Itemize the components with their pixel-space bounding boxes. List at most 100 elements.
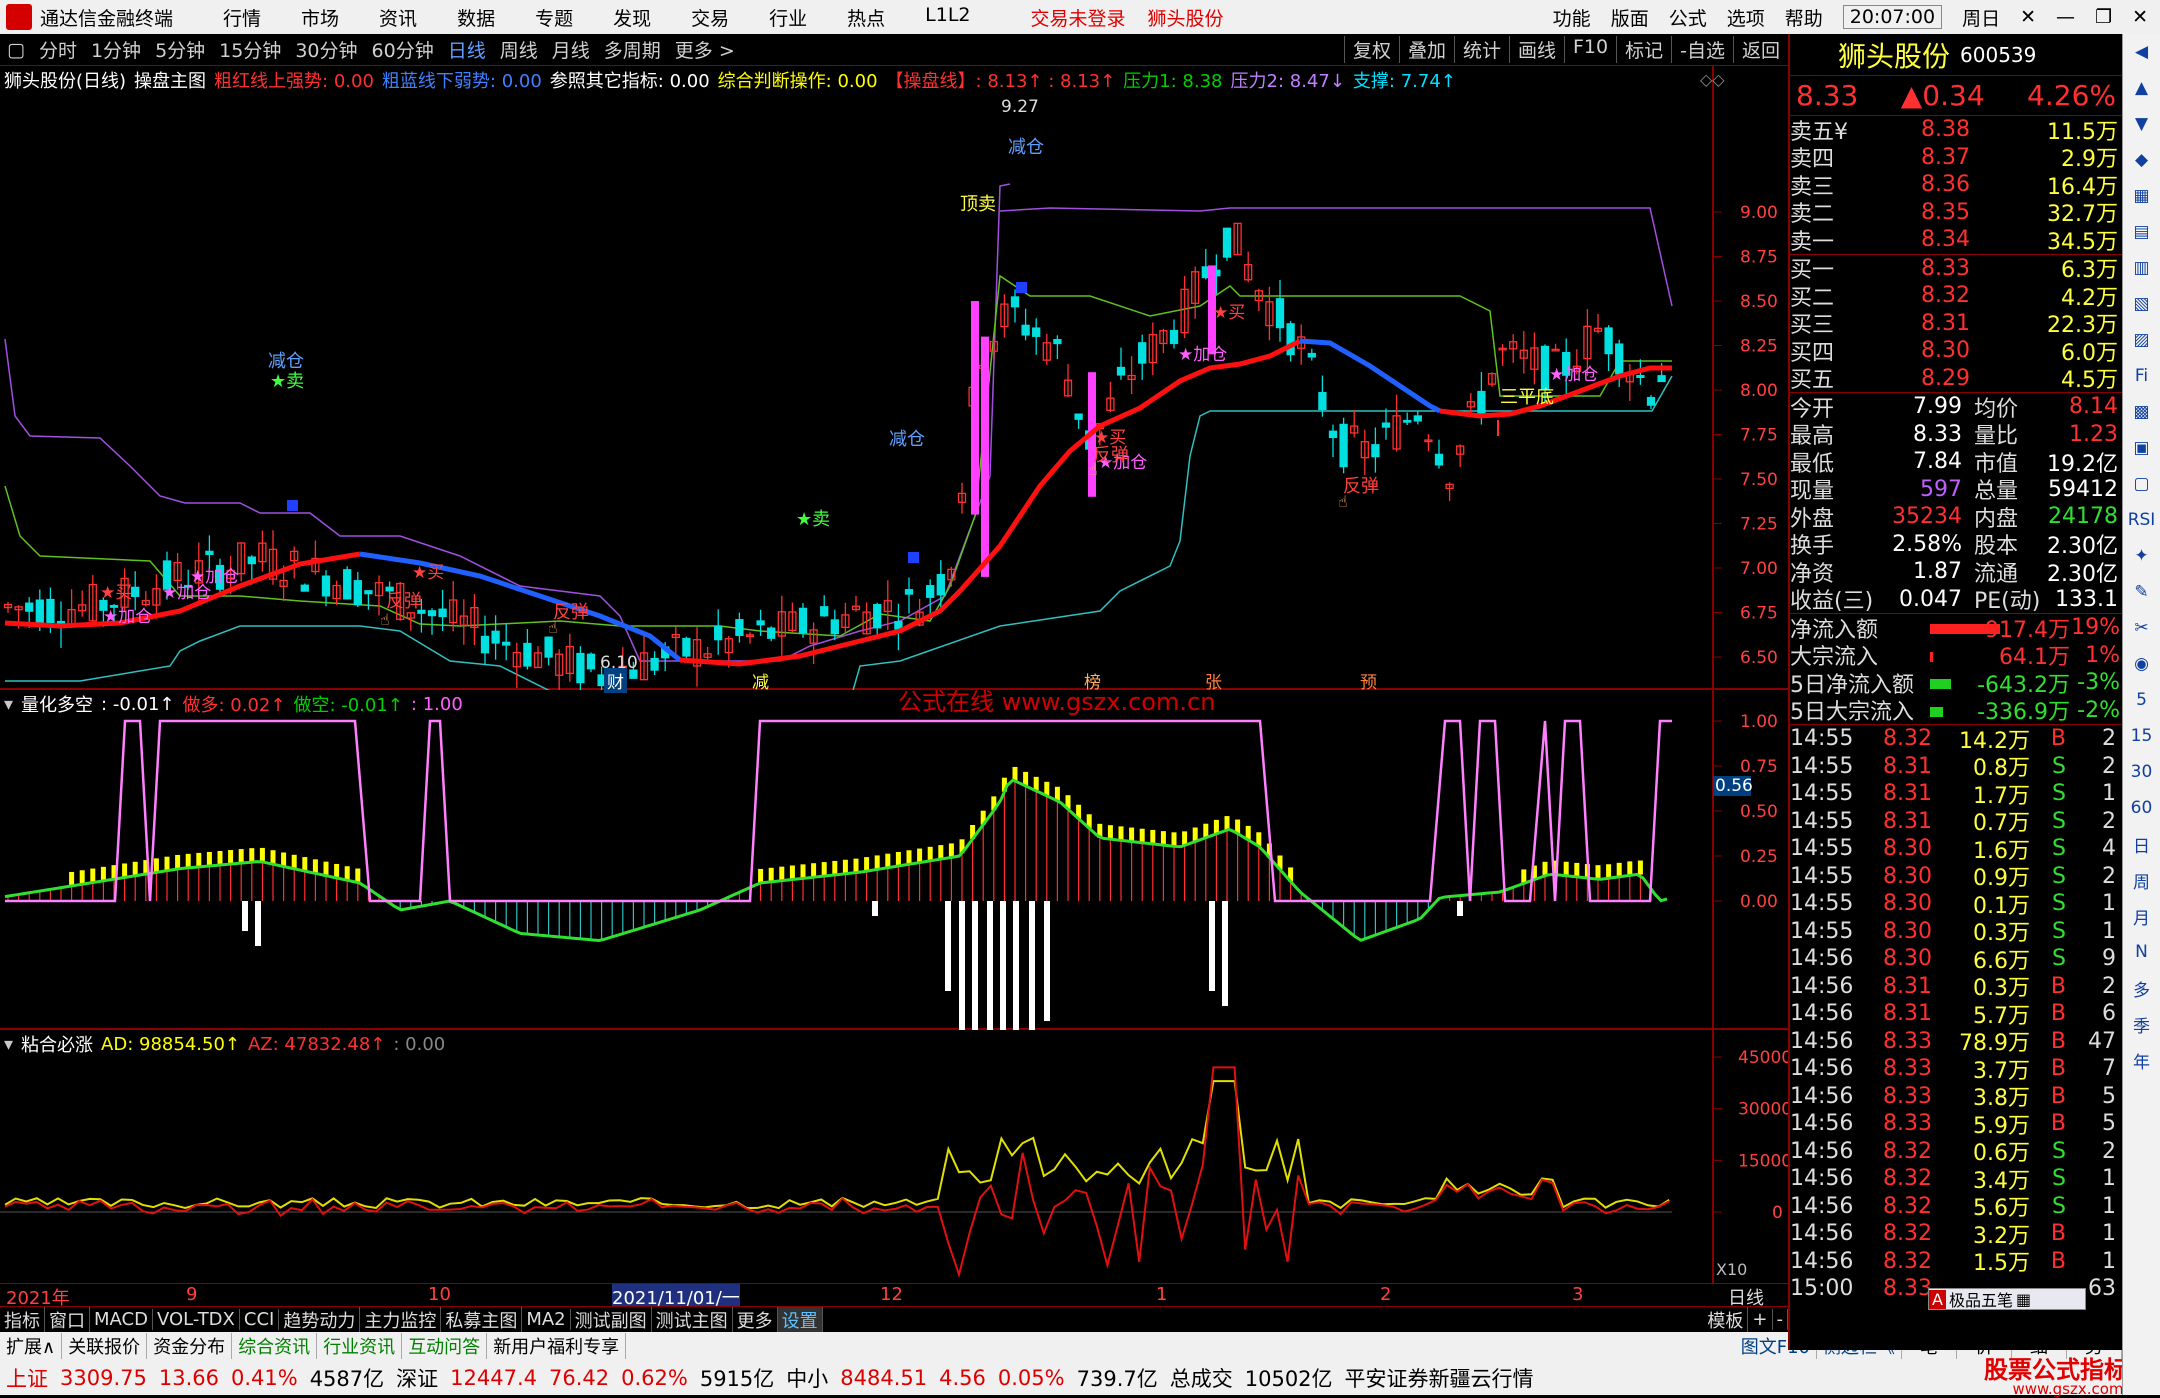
menu-item[interactable]: 交易 (671, 4, 749, 31)
restore-icon[interactable]: ❐ (2095, 6, 2112, 28)
period-tab[interactable]: 5分钟 (148, 36, 212, 63)
menu-item[interactable]: 专题 (515, 4, 593, 31)
chart-settings-icon[interactable]: ◇◇ (1700, 70, 1725, 89)
sidebar-tool-icon[interactable]: ▢ (2123, 466, 2160, 502)
indicator-tab[interactable]: 主力监控 (360, 1306, 442, 1333)
sidebar-tool-icon[interactable]: ✦ (2123, 538, 2160, 574)
sidebar-tool-icon[interactable]: ◆ (2123, 142, 2160, 178)
indicator-tab[interactable]: 设置 (777, 1306, 823, 1333)
ime-menu-icon[interactable]: ▦ (2016, 1290, 2031, 1309)
sidebar-tool-icon[interactable]: ▧ (2123, 286, 2160, 322)
toolbar-button[interactable]: 复权 (1343, 36, 1399, 63)
sidebar-tool-icon[interactable]: ✎ (2123, 574, 2160, 610)
sidebar-tool-icon[interactable]: ◀ (2123, 34, 2160, 70)
sidebar-tool-icon[interactable]: ▼ (2123, 106, 2160, 142)
menu-item[interactable]: 市场 (281, 4, 359, 31)
sidebar-tool-icon[interactable]: ✂ (2123, 610, 2160, 646)
toolbar-button[interactable]: -自选 (1671, 36, 1733, 63)
menu-item[interactable]: 发现 (593, 4, 671, 31)
sidebar-tool-icon[interactable]: 30 (2123, 754, 2160, 790)
adhesion-indicator-chart[interactable]: 45000 30000 15000 0 (0, 1030, 1788, 1283)
add-button[interactable]: + (1748, 1309, 1773, 1330)
info-tab[interactable]: 关联报价 (62, 1333, 148, 1359)
sidebar-tool-icon[interactable]: RSI (2123, 502, 2160, 538)
sz-index-name[interactable]: 深证 (390, 1363, 444, 1393)
sh-index-name[interactable]: 上证 (0, 1363, 54, 1393)
ime-toolbar[interactable]: A 极品五笔 ▦ (1928, 1288, 2086, 1310)
period-tab[interactable]: 分时 (32, 36, 84, 63)
stock-name-link[interactable]: 狮头股份 (1148, 4, 1224, 31)
sidebar-tool-icon[interactable]: 5 (2123, 682, 2160, 718)
sidebar-tool-icon[interactable]: Fi (2123, 358, 2160, 394)
sidebar-tool-icon[interactable]: 日 (2123, 826, 2160, 862)
period-tab[interactable]: 15分钟 (212, 36, 288, 63)
menu-function[interactable]: 功能 (1553, 4, 1591, 31)
menu-item[interactable]: 行业 (749, 4, 827, 31)
sidebar-tool-icon[interactable]: ▦ (2123, 178, 2160, 214)
remove-button[interactable]: - (1773, 1309, 1788, 1330)
info-tab[interactable]: 行业资讯 (317, 1333, 403, 1359)
quant-indicator-chart[interactable]: 1.00 0.75 0.50 0.25 0.00 (0, 690, 1788, 1030)
menu-options[interactable]: 选项 (1727, 4, 1765, 31)
menu-item[interactable]: 资讯 (359, 4, 437, 31)
period-tab[interactable]: 更多 > (668, 36, 742, 63)
info-tab[interactable]: 新用户福利专享 (487, 1333, 627, 1359)
indicator-tab[interactable]: VOL-TDX (153, 1309, 240, 1330)
template-button[interactable]: 模板 (1703, 1306, 1749, 1333)
indicator-tab[interactable]: 私募主图 (441, 1306, 523, 1333)
minimize-icon[interactable]: — (2056, 6, 2075, 28)
toolbar-button[interactable]: 画线 (1508, 36, 1564, 63)
sidebar-tool-icon[interactable]: 周 (2123, 862, 2160, 898)
candlestick-chart[interactable]: 9.00 8.75 8.50 8.25 8.00 7.75 7.50 7.25 7.00 6.75… (0, 66, 1788, 690)
indicator-tab[interactable]: 窗口 (45, 1306, 90, 1333)
info-tab[interactable]: 综合资讯 (232, 1333, 318, 1359)
sidebar-tool-icon[interactable]: 季 (2123, 1006, 2160, 1042)
period-tab[interactable]: 1分钟 (84, 36, 148, 63)
period-tab[interactable]: 月线 (545, 36, 597, 63)
toolbar-button[interactable]: 统计 (1453, 36, 1509, 63)
info-tab[interactable]: 扩展∧ (0, 1333, 63, 1359)
close-icon[interactable]: ✕ (2020, 6, 2036, 28)
sidebar-tool-icon[interactable]: ▲ (2123, 70, 2160, 106)
toolbar-button[interactable]: 返回 (1732, 36, 1788, 63)
indicator-tab[interactable]: 趋势动力 (279, 1306, 361, 1333)
period-tab[interactable]: 周线 (493, 36, 545, 63)
menu-item[interactable]: 数据 (437, 4, 515, 31)
sidebar-tool-icon[interactable]: 15 (2123, 718, 2160, 754)
period-tab-selected[interactable]: 日线 (441, 36, 493, 63)
sidebar-tool-icon[interactable]: N (2123, 934, 2160, 970)
sidebar-tool-icon[interactable]: ▩ (2123, 394, 2160, 430)
login-status-link[interactable]: 交易未登录 (1031, 4, 1126, 31)
menu-item[interactable]: L1L2 (905, 4, 990, 31)
sidebar-tool-icon[interactable]: ◉ (2123, 646, 2160, 682)
sidebar-tool-icon[interactable]: ▤ (2123, 214, 2160, 250)
indicator-tab[interactable]: 更多 (733, 1306, 778, 1333)
menu-layout[interactable]: 版面 (1611, 4, 1649, 31)
indicator-tab[interactable]: 测试主图 (652, 1306, 733, 1333)
sidebar-tool-icon[interactable]: 60 (2123, 790, 2160, 826)
period-tab[interactable]: 30分钟 (288, 36, 364, 63)
menu-formula[interactable]: 公式 (1669, 4, 1707, 31)
toolbar-button[interactable]: 标记 (1616, 36, 1671, 63)
window-close-icon[interactable]: ✕ (2132, 6, 2148, 28)
sidebar-tool-icon[interactable]: 多 (2123, 970, 2160, 1006)
indicator-tab[interactable]: CCI (240, 1309, 280, 1330)
menu-item[interactable]: 行情 (203, 4, 281, 31)
menu-help[interactable]: 帮助 (1785, 4, 1823, 31)
toolbar-button[interactable]: F10 (1564, 36, 1616, 63)
indicator-tab[interactable]: MA2 (522, 1309, 571, 1330)
sidebar-tool-icon[interactable]: 月 (2123, 898, 2160, 934)
sidebar-tool-icon[interactable]: ▥ (2123, 250, 2160, 286)
sidebar-tool-icon[interactable]: ▨ (2123, 322, 2160, 358)
period-tab[interactable]: 60分钟 (365, 36, 441, 63)
toolbar-left-icon[interactable]: ▢ (0, 39, 32, 61)
info-tab[interactable]: 互动问答 (402, 1333, 488, 1359)
indicator-tab[interactable]: 指标 (0, 1306, 45, 1333)
sidebar-tool-icon[interactable]: ▣ (2123, 430, 2160, 466)
menu-item[interactable]: 热点 (827, 4, 905, 31)
info-tab[interactable]: 资金分布 (147, 1333, 233, 1359)
zx-index-name[interactable]: 中小 (780, 1363, 834, 1393)
sidebar-tool-icon[interactable]: 年 (2123, 1042, 2160, 1078)
tick-list[interactable]: 14:55 8.32 14.2万 B 2 14:55 8.31 0.8万 S 2 14:55 8.31… (1790, 724, 2122, 1303)
indicator-tab[interactable]: 测试副图 (571, 1306, 652, 1333)
